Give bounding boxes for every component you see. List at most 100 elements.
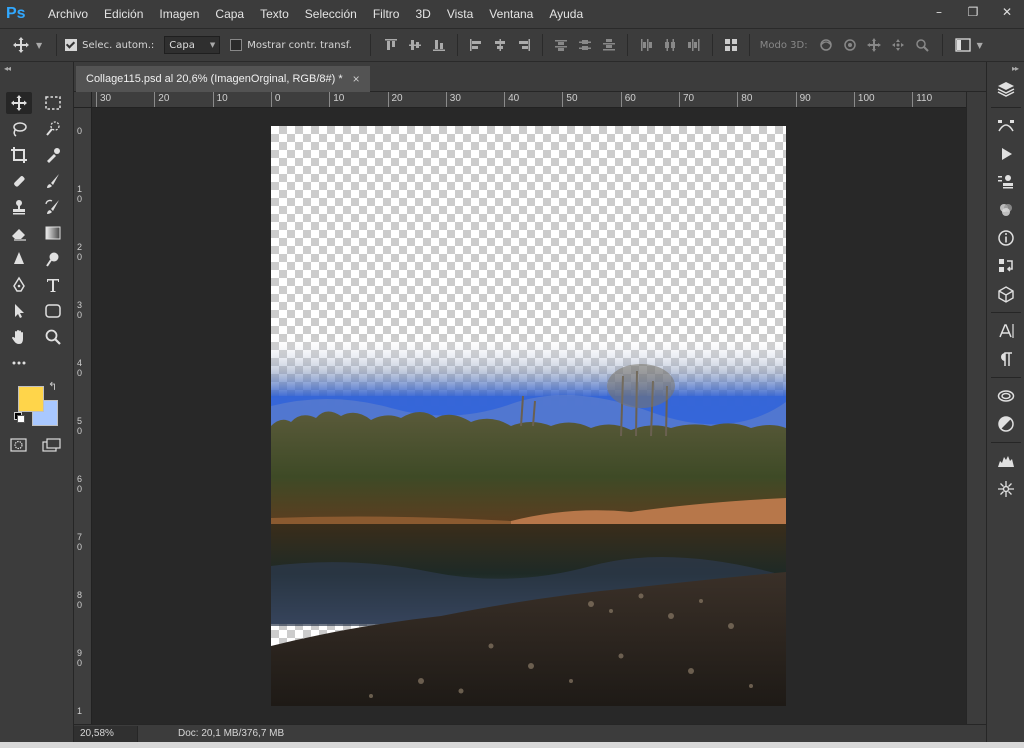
menu-capa[interactable]: Capa [207,0,252,28]
collapse-panel-icon[interactable]: ◂◂ [0,62,73,75]
swap-colors-icon[interactable]: ↰ [48,380,57,393]
close-button[interactable]: ✕ [990,0,1024,24]
foreground-color-swatch[interactable] [18,386,44,412]
blur-tool[interactable] [6,248,32,270]
brush-tool[interactable] [40,170,66,192]
menu-texto[interactable]: Texto [252,0,297,28]
document-title: Collage115.psd al 20,6% (ImagenOrginal, … [86,73,343,85]
menu-3d[interactable]: 3D [407,0,438,28]
type-tool[interactable] [40,274,66,296]
distribute-top-icon[interactable] [554,38,568,52]
menu-archivo[interactable]: Archivo [40,0,96,28]
layers-icon[interactable] [987,75,1024,103]
distribute-hcenter-icon[interactable] [663,38,677,52]
chevron-down-icon[interactable]: ▼ [977,41,983,50]
shape-tool[interactable] [40,300,66,322]
restore-button[interactable]: ❐ [956,0,990,24]
tool-grid [6,92,74,378]
menu-ayuda[interactable]: Ayuda [541,0,591,28]
horizontal-scrollbar[interactable] [360,726,966,740]
history-icon[interactable] [987,252,1024,280]
history-brush-icon [45,199,59,214]
menu-ventana[interactable]: Ventana [481,0,541,28]
color-icon[interactable] [987,196,1024,224]
quick-mask-button[interactable] [10,438,28,452]
3d-icon[interactable] [987,280,1024,308]
landscape-photo [271,336,786,706]
distribute-bottom-icon[interactable] [602,38,616,52]
screen-mode-icon [42,438,61,452]
navigator-icon[interactable] [987,475,1024,503]
ruler-tick-label: 30 [100,93,112,104]
menu-vista[interactable]: Vista [439,0,481,28]
close-tab-icon[interactable]: × [353,72,360,86]
canvas-area[interactable] [92,108,966,724]
clone-source-icon[interactable] [987,168,1024,196]
actions-icon[interactable] [987,140,1024,168]
divider [541,34,543,56]
path-select-tool[interactable] [6,300,32,322]
gradient-tool[interactable] [40,222,66,244]
minimize-button[interactable]: – [922,0,956,24]
ruler-corner[interactable] [74,92,92,108]
quick-select-tool[interactable] [40,118,66,140]
pan-3d-icon[interactable] [866,37,882,53]
distribute-right-icon[interactable] [687,38,701,52]
more-tools-button[interactable] [6,352,32,374]
paragraph-icon[interactable] [987,345,1024,373]
adjustments-icon[interactable] [987,410,1024,438]
move-tool-preset[interactable] [6,36,36,54]
roll-3d-icon[interactable] [842,37,858,53]
align-left-icon[interactable] [469,38,483,52]
eraser-tool[interactable] [6,222,32,244]
zoom-level-field[interactable]: 20,58% [74,725,138,742]
healing-brush-tool[interactable] [6,170,32,192]
show-transform-checkbox[interactable] [230,39,243,51]
ruler-tick [154,92,156,107]
align-right-icon[interactable] [517,38,531,52]
align-top-icon[interactable] [384,38,398,52]
auto-select-checkbox[interactable] [65,39,78,51]
document-canvas[interactable] [271,126,786,706]
align-hcenter-icon[interactable] [493,38,507,52]
zoom-tool[interactable] [40,326,66,348]
distribute-left-icon[interactable] [639,38,653,52]
chevron-down-icon[interactable]: ▼ [36,41,42,50]
libraries-icon[interactable] [987,382,1024,410]
histogram-icon[interactable] [987,447,1024,475]
document-tab[interactable]: Collage115.psd al 20,6% (ImagenOrginal, … [76,66,370,92]
slide-3d-icon[interactable] [890,37,906,53]
type-icon [47,279,59,292]
expand-panels-icon[interactable]: ▸▸ [987,62,1024,75]
history-brush-tool[interactable] [40,196,66,218]
align-vcenter-icon[interactable] [408,38,422,52]
scale-3d-icon[interactable] [914,37,930,53]
dodge-tool[interactable] [40,248,66,270]
lasso-tool[interactable] [6,118,32,140]
workspace-icon[interactable] [954,37,971,53]
menu-edicion[interactable]: Edición [96,0,151,28]
menu-imagen[interactable]: Imagen [151,0,207,28]
hand-tool[interactable] [6,326,32,348]
auto-select-target-dropdown[interactable]: Capa ▼ [164,36,221,54]
align-bottom-icon[interactable] [432,38,446,52]
move-tool[interactable] [6,92,32,114]
orbit-3d-icon[interactable] [818,37,834,53]
lasso-icon [13,122,27,137]
eyedropper-tool[interactable] [40,144,66,166]
info-icon[interactable] [987,224,1024,252]
photoshop-logo: Ps [6,5,26,22]
clone-stamp-tool[interactable] [6,196,32,218]
vertical-scrollbar[interactable] [966,92,986,724]
paths-icon[interactable] [987,112,1024,140]
crop-tool[interactable] [6,144,32,166]
pen-tool[interactable] [6,274,32,296]
default-colors-icon[interactable] [14,412,25,423]
menu-filtro[interactable]: Filtro [365,0,408,28]
screen-mode-button[interactable] [42,438,62,452]
auto-align-icon[interactable] [724,38,738,52]
marquee-tool[interactable] [40,92,66,114]
character-icon[interactable] [987,317,1024,345]
menu-seleccion[interactable]: Selección [297,0,365,28]
distribute-vcenter-icon[interactable] [578,38,592,52]
